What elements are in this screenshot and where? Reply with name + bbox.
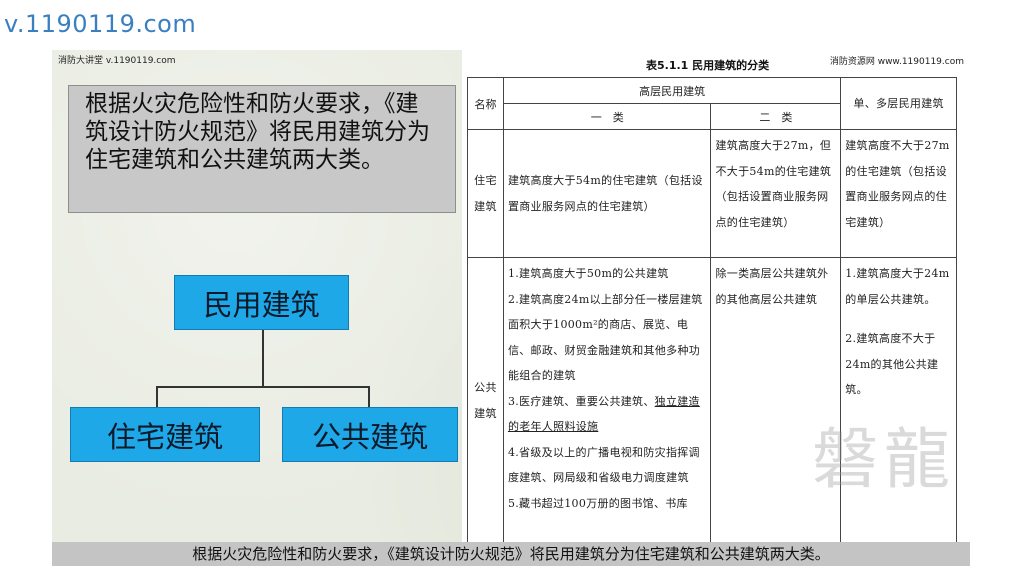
classification-table-panel: 表5.1.1 民用建筑的分类 消防资源网 www.1190119.com 名称 … — [462, 50, 970, 544]
cell-residential-low-rise: 建筑高度不大于27m的住宅建筑（包括设置商业服务网点的住宅建筑） — [840, 129, 957, 258]
header-class-one: 一 类 — [502, 103, 712, 130]
diagram-root-node: 民用建筑 — [174, 275, 349, 330]
row-name-residential: 住宅建筑 — [467, 129, 504, 258]
caption-bar: 根据火灾危险性和防火要求，《建筑设计防火规范》将民用建筑分为住宅建筑和公共建筑两… — [52, 542, 970, 566]
header-right-text: 消防资源网 www.1190119.com — [829, 57, 964, 67]
header-high-rise: 高层民用建筑 — [502, 77, 842, 104]
intro-text-box: 根据火灾危险性和防火要求，《建筑设计防火规范》将民用建筑分为住宅建筑和公共建筑两… — [68, 85, 456, 213]
table-title: 表5.1.1 民用建筑的分类 — [646, 59, 770, 72]
row-name-public: 公共建筑 — [467, 257, 504, 544]
header-low-rise: 单、多层民用建筑 — [840, 77, 957, 130]
cell-public-class-one: 1.建筑高度大于50m的公共建筑 2.建筑高度24m以上部分任一楼层建筑面积大于… — [502, 257, 712, 544]
diagram-child-public: 公共建筑 — [282, 407, 458, 462]
diagram-connector — [262, 330, 264, 386]
table-row: 住宅建筑 建筑高度大于54m的住宅建筑（包括设置商业服务网点的住宅建筑） 建筑高… — [467, 129, 957, 258]
slide: 消防大讲堂 v.1190119.com 根据火灾危险性和防火要求，《建筑设计防火… — [52, 50, 970, 565]
cell-residential-class-one: 建筑高度大于54m的住宅建筑（包括设置商业服务网点的住宅建筑） — [502, 129, 712, 258]
diagram-child-residential: 住宅建筑 — [70, 407, 260, 462]
header-left-text: 消防大讲堂 v.1190119.com — [58, 56, 176, 66]
diagram-connector — [156, 386, 370, 388]
site-url: v.1190119.com — [4, 10, 197, 38]
watermark-logo: 磐龍 — [812, 421, 956, 498]
cell-residential-class-two: 建筑高度大于27m，但不大于54m的住宅建筑（包括设置商业服务网点的住宅建筑） — [710, 129, 842, 258]
diagram-connector — [368, 386, 370, 407]
header-name: 名称 — [467, 77, 504, 130]
header-class-two: 二 类 — [710, 103, 842, 130]
diagram-connector — [156, 386, 158, 407]
